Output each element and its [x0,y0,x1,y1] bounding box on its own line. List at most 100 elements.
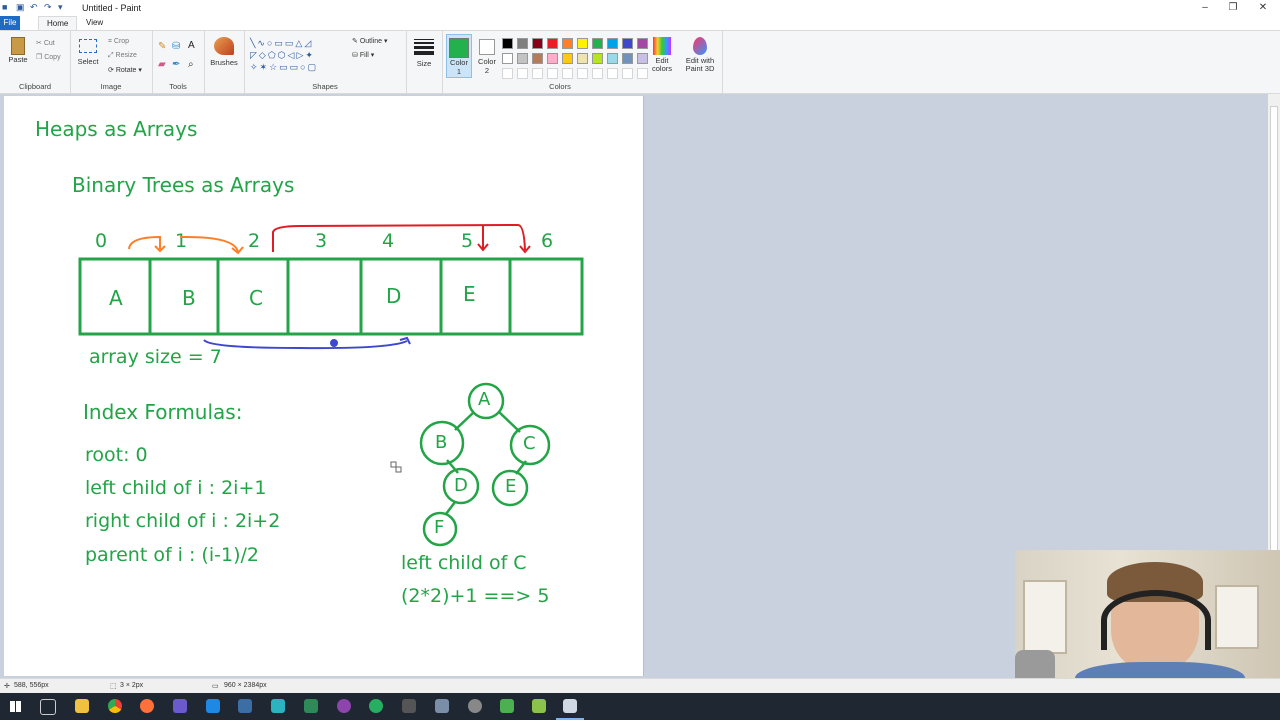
crop-button[interactable]: ⌗ Crop [108,38,129,46]
custom-color-slot[interactable] [622,68,633,79]
tree-node-label: A [478,389,491,410]
brushes-button[interactable]: Brushes [210,37,238,67]
outline-dropdown[interactable]: ✎ Outline ▾ [352,37,387,45]
redo-icon[interactable]: ↷ [44,2,54,12]
customize-dropdown-icon[interactable]: ▾ [58,2,68,12]
close-button[interactable]: ✕ [1248,1,1278,15]
custom-color-slot[interactable] [607,68,618,79]
app-icon[interactable] [369,699,383,713]
obs-icon[interactable] [337,699,351,713]
copy-button[interactable]: ❐ Copy [36,53,61,61]
color-swatch[interactable] [517,53,528,64]
color-swatch[interactable] [517,38,528,49]
edit-colors-label: Edit colors [651,56,672,73]
notepad-icon[interactable] [532,699,546,713]
pencil-icon[interactable]: ✎ [158,41,166,52]
index-label: 2 [248,230,261,252]
color-swatch[interactable] [592,38,603,49]
app-icon[interactable] [304,699,318,713]
save-icon[interactable]: ▣ [16,2,26,12]
shapes-gallery[interactable]: ╲∿○▭▭△◿ ◸◇⬠⬡◁▷✦ ✧✶☆▭▭○▢ [250,37,346,73]
app-icon[interactable] [271,699,285,713]
tab-view[interactable]: View [78,16,111,30]
tab-file[interactable]: File [0,16,20,30]
minimize-button[interactable]: – [1190,1,1220,15]
webcam-overlay [1015,550,1280,693]
edit-colors-button[interactable]: Edit colors [648,37,676,73]
array-cell-value: E [463,282,476,306]
rotate-button[interactable]: ⟳ Rotate ▾ [108,66,142,74]
copy-label: Copy [44,54,61,61]
task-view-icon[interactable] [40,699,56,715]
color-swatch[interactable] [502,53,513,64]
vscode-icon[interactable] [206,699,220,713]
eraser-icon[interactable]: ▰ [158,59,166,70]
color-swatch[interactable] [577,38,588,49]
custom-color-slot[interactable] [577,68,588,79]
example-line-2: (2*2)+1 ==> 5 [401,585,550,607]
color-swatch[interactable] [532,53,543,64]
text-tool-icon[interactable]: A [188,40,195,51]
color-swatch[interactable] [532,38,543,49]
paint-taskbar-icon[interactable] [563,699,577,713]
color-swatch[interactable] [502,38,513,49]
file-explorer-icon[interactable] [75,699,89,713]
color-swatch[interactable] [607,38,618,49]
discord-icon[interactable] [173,699,187,713]
custom-color-slot[interactable] [592,68,603,79]
resize-button[interactable]: ⤢ Resize [108,52,137,60]
line-width-icon [414,39,434,55]
app-icon[interactable] [402,699,416,713]
color-swatch[interactable] [547,38,558,49]
paste-button[interactable]: Paste [6,37,30,64]
color1-sublabel: 1 [456,67,462,76]
select-button[interactable]: Select [74,39,102,66]
color2-button[interactable]: Color 2 [474,34,500,78]
cut-button[interactable]: ✂ Cut [36,39,55,47]
tab-home[interactable]: Home [38,16,78,30]
undo-icon[interactable]: ↶ [30,2,40,12]
custom-color-slot[interactable] [547,68,558,79]
color-swatch[interactable] [592,53,603,64]
fill-dropdown[interactable]: ⛁ Fill ▾ [352,51,374,59]
image-group: Select ⌗ Crop ⤢ Resize ⟳ Rotate ▾ Image [70,31,153,93]
chrome-icon[interactable] [108,699,122,713]
cursor-position-icon: ✛ [4,683,10,690]
app-icon[interactable] [468,699,482,713]
steam-icon[interactable] [238,699,252,713]
color-wheel-icon [653,37,671,55]
ribbon-divider [722,31,723,93]
shapes-group: ╲∿○▭▭△◿ ◸◇⬠⬡◁▷✦ ✧✶☆▭▭○▢ ✎ Outline ▾ ⛁ Fill… [244,31,407,93]
app-icon[interactable] [500,699,514,713]
app-icon[interactable] [435,699,449,713]
color-swatch[interactable] [637,53,648,64]
size-button[interactable]: Size [410,37,438,68]
color-swatch[interactable] [607,53,618,64]
custom-color-slot[interactable] [637,68,648,79]
color-swatch[interactable] [562,53,573,64]
firefox-icon[interactable] [140,699,154,713]
magnifier-icon[interactable]: ⌕ [188,59,194,70]
color-swatch[interactable] [547,53,558,64]
start-windows-icon[interactable] [10,701,21,712]
color-swatch[interactable] [622,53,633,64]
custom-color-slot[interactable] [502,68,513,79]
subheading-text: Binary Trees as Arrays [72,173,295,197]
quick-access-toolbar: ■ ▣ ↶ ↷ ▾ [2,2,68,12]
color1-button[interactable]: Color 1 [446,34,472,78]
custom-color-slot[interactable] [517,68,528,79]
ribbon: Paste ✂ Cut ❐ Copy Clipboard Select ⌗ Cr… [0,30,1280,94]
edit-with-paint3d-button[interactable]: Edit with Paint 3D [682,37,718,73]
custom-color-slot[interactable] [562,68,573,79]
fill-bucket-icon[interactable]: ⛁ [172,41,180,52]
brush-icon [214,37,234,55]
custom-color-slot[interactable] [532,68,543,79]
color-picker-icon[interactable]: ✒ [172,59,180,70]
maximize-button[interactable]: ❐ [1218,1,1248,15]
color-swatch[interactable] [562,38,573,49]
color-swatch[interactable] [637,38,648,49]
color-swatch[interactable] [577,53,588,64]
color-swatch[interactable] [622,38,633,49]
size-label: Size [416,59,432,68]
outline-label: Outline [359,38,382,45]
